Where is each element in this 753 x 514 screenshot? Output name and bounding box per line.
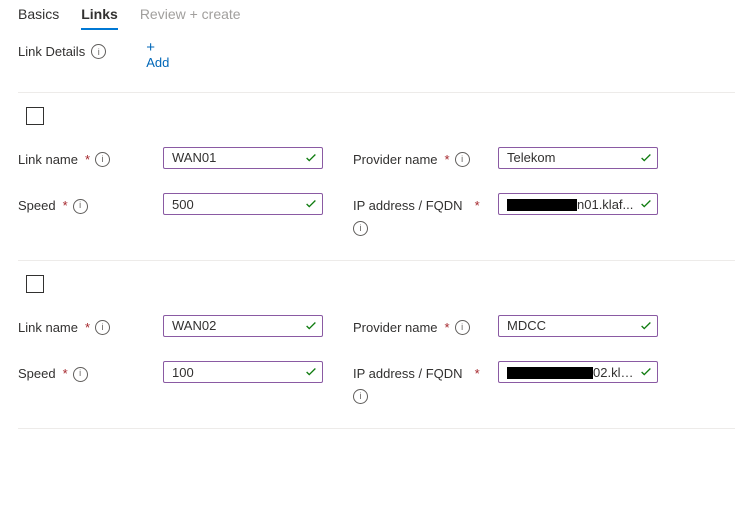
- info-icon[interactable]: i: [73, 367, 88, 382]
- required-marker: *: [63, 364, 68, 384]
- provider-name-input[interactable]: Telekom: [498, 147, 658, 169]
- valid-check-icon: [639, 151, 653, 165]
- info-icon[interactable]: i: [353, 221, 368, 236]
- ip-fqdn-input[interactable]: 02.klaf...: [498, 361, 658, 383]
- valid-check-icon: [639, 319, 653, 333]
- valid-check-icon: [304, 319, 318, 333]
- link-item: Link name * i WAN01 Provider name * i Tele…: [18, 93, 735, 260]
- valid-check-icon: [304, 197, 318, 211]
- required-marker: *: [63, 196, 68, 216]
- info-icon[interactable]: i: [73, 199, 88, 214]
- required-marker: *: [445, 318, 450, 338]
- separator: [18, 428, 735, 429]
- info-icon[interactable]: i: [353, 389, 368, 404]
- speed-label: Speed: [18, 364, 56, 384]
- required-marker: *: [445, 150, 450, 170]
- info-icon[interactable]: i: [455, 320, 470, 335]
- provider-name-label: Provider name: [353, 318, 438, 338]
- link-name-input[interactable]: WAN02: [163, 315, 323, 337]
- link-name-label: Link name: [18, 318, 78, 338]
- required-marker: *: [475, 364, 480, 384]
- info-icon[interactable]: i: [95, 152, 110, 167]
- ip-fqdn-value: 02.klaf...: [507, 365, 639, 380]
- speed-value: 100: [172, 365, 304, 380]
- link-name-input[interactable]: WAN01: [163, 147, 323, 169]
- select-link-checkbox[interactable]: [26, 275, 44, 293]
- add-link-label: Add: [146, 55, 169, 72]
- link-item: Link name * i WAN02 Provider name * i MDCC: [18, 261, 735, 428]
- redacted-text: [507, 367, 593, 379]
- link-details-label: Link Details: [18, 44, 85, 59]
- redacted-text: [507, 199, 577, 211]
- info-icon[interactable]: i: [95, 320, 110, 335]
- provider-name-value: MDCC: [507, 318, 639, 333]
- required-marker: *: [85, 150, 90, 170]
- tab-links[interactable]: Links: [81, 4, 118, 30]
- speed-value: 500: [172, 197, 304, 212]
- tab-review-create: Review + create: [140, 4, 241, 30]
- ip-fqdn-input[interactable]: n01.klaf...: [498, 193, 658, 215]
- tab-basics[interactable]: Basics: [18, 4, 59, 30]
- speed-label: Speed: [18, 196, 56, 216]
- plus-icon: +: [146, 40, 169, 55]
- ip-fqdn-value: n01.klaf...: [507, 197, 639, 212]
- add-link-button[interactable]: + Add: [146, 40, 169, 72]
- required-marker: *: [475, 196, 480, 216]
- valid-check-icon: [304, 151, 318, 165]
- link-name-label: Link name: [18, 150, 78, 170]
- speed-input[interactable]: 100: [163, 361, 323, 383]
- provider-name-value: Telekom: [507, 150, 639, 165]
- ip-fqdn-label: IP address / FQDN: [353, 196, 463, 216]
- valid-check-icon: [639, 365, 653, 379]
- wizard-tabs: Basics Links Review + create: [18, 4, 735, 30]
- link-name-value: WAN02: [172, 318, 304, 333]
- ip-fqdn-label: IP address / FQDN: [353, 364, 463, 384]
- provider-name-input[interactable]: MDCC: [498, 315, 658, 337]
- speed-input[interactable]: 500: [163, 193, 323, 215]
- required-marker: *: [85, 318, 90, 338]
- info-icon[interactable]: i: [455, 152, 470, 167]
- info-icon[interactable]: i: [91, 44, 106, 59]
- valid-check-icon: [639, 197, 653, 211]
- provider-name-label: Provider name: [353, 150, 438, 170]
- select-link-checkbox[interactable]: [26, 107, 44, 125]
- link-name-value: WAN01: [172, 150, 304, 165]
- valid-check-icon: [304, 365, 318, 379]
